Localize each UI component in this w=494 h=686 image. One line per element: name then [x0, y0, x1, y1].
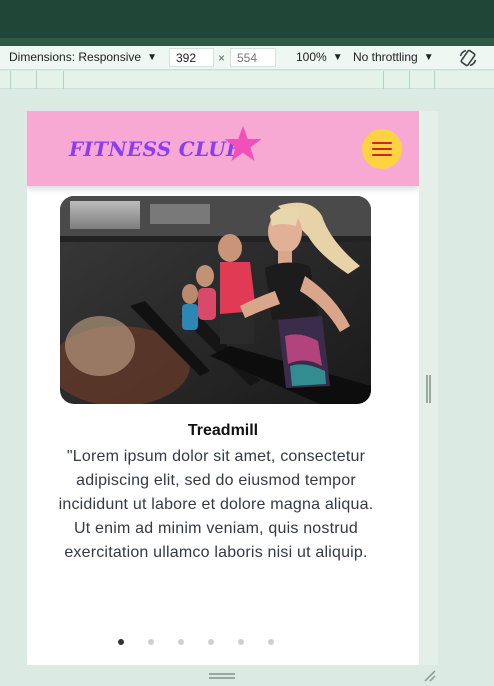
browser-top-bar — [0, 0, 494, 38]
carousel-dot-1[interactable] — [118, 639, 124, 645]
resize-handle-bottom[interactable] — [209, 673, 235, 679]
site-header: FITNESS CLUB — [27, 111, 419, 186]
menu-button[interactable] — [362, 129, 402, 169]
star-icon — [224, 126, 262, 161]
dimensions-label: Dimensions: Responsive — [9, 50, 142, 64]
slide-description: "Lorem ipsum dolor sit amet, consectetur… — [58, 448, 374, 561]
dimensions-dropdown[interactable]: Dimensions: Responsive ▼ — [9, 50, 157, 64]
browser-tab-strip — [0, 38, 494, 46]
hamburger-icon — [372, 142, 392, 144]
caret-down-icon: ▼ — [147, 51, 157, 63]
times-sign: × — [218, 51, 226, 65]
resize-corner-icon[interactable] — [422, 668, 436, 682]
zoom-label: 100% — [296, 50, 327, 64]
height-input[interactable] — [230, 48, 276, 67]
device-viewport: FITNESS CLUB Treadmill "Lorem ipsum dolo… — [27, 111, 419, 665]
slide-image — [60, 196, 371, 404]
rotate-icon[interactable] — [458, 48, 478, 68]
caret-down-icon: ▼ — [332, 51, 343, 63]
zoom-dropdown[interactable]: 100% ▼ — [296, 50, 343, 64]
width-input[interactable] — [169, 48, 214, 67]
media-query-bar[interactable] — [0, 71, 494, 89]
slide-title: Treadmill — [187, 422, 259, 439]
throttling-dropdown[interactable]: No throttling ▼ — [353, 50, 434, 64]
caret-down-icon: ▼ — [423, 51, 434, 63]
resize-handle-right[interactable] — [426, 375, 431, 403]
site-logo[interactable]: FITNESS CLUB — [69, 137, 243, 161]
carousel-dots — [27, 639, 392, 645]
carousel-dot-3[interactable] — [178, 639, 184, 645]
carousel-dot-6[interactable] — [268, 639, 274, 645]
carousel-dot-5[interactable] — [238, 639, 244, 645]
throttling-label: No throttling — [353, 50, 418, 64]
device-toolbar: Dimensions: Responsive ▼ × 100% ▼ No thr… — [0, 46, 494, 70]
carousel-dot-4[interactable] — [208, 639, 214, 645]
carousel-dot-2[interactable] — [148, 639, 154, 645]
